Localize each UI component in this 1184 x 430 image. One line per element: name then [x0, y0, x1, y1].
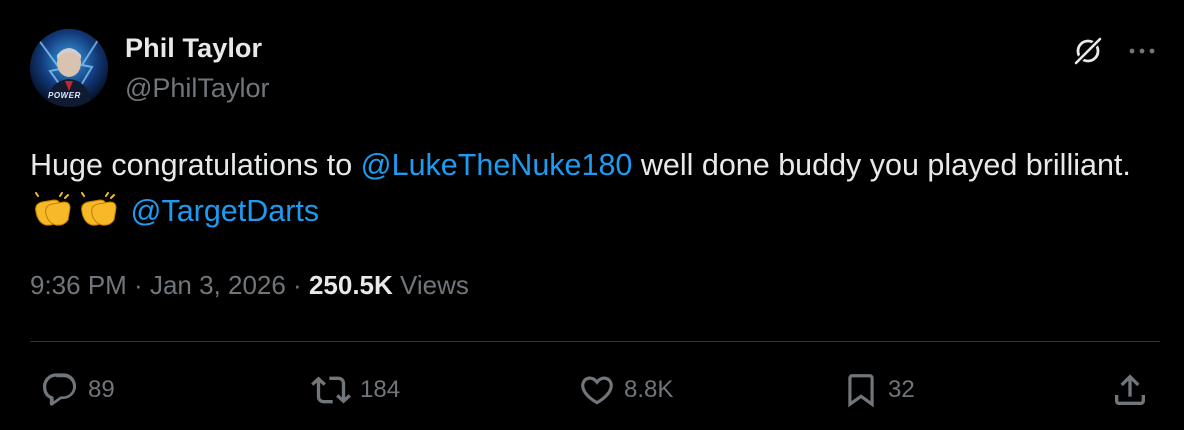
heart-icon: [581, 376, 613, 405]
share-icon: [1115, 374, 1145, 405]
tweet-time[interactable]: 9:36 PM: [30, 270, 127, 300]
author-handle[interactable]: @PhilTaylor: [125, 73, 269, 104]
tweet-meta: 9:36 PM · Jan 3, 2026 · 250.5K Views: [30, 270, 469, 301]
retweet-count: 184: [360, 376, 401, 403]
views-label: Views: [392, 270, 469, 300]
bookmark-count: 32: [888, 376, 915, 403]
divider: [30, 341, 1160, 342]
clapping-hands-emoji-icon: [76, 192, 120, 228]
tweet-text-part2: well done buddy you played brilliant.: [632, 148, 1131, 182]
avatar[interactable]: POWER: [30, 29, 108, 107]
more-options-icon[interactable]: [1122, 31, 1162, 71]
reply-count: 89: [88, 376, 115, 403]
like-button[interactable]: 8.8K: [578, 368, 673, 412]
grok-icon[interactable]: [1068, 31, 1108, 71]
tweet-text: Huge congratulations to @LukeTheNuke180 …: [30, 142, 1160, 234]
bookmark-button[interactable]: 32: [842, 368, 915, 412]
tweet-text-part1: Huge congratulations to: [30, 148, 361, 182]
tweet-date[interactable]: Jan 3, 2026: [150, 270, 286, 300]
author-name[interactable]: Phil Taylor: [125, 33, 262, 64]
views-count: 250.5K: [308, 270, 393, 300]
clapping-hands-emoji-icon: [30, 192, 74, 228]
retweet-button[interactable]: 184: [310, 368, 400, 412]
mention-link[interactable]: @TargetDarts: [130, 194, 319, 228]
reply-button[interactable]: 89: [40, 368, 115, 412]
meta-separator: ·: [285, 270, 309, 300]
avatar-badge-text: POWER: [48, 91, 81, 100]
meta-separator: ·: [126, 270, 150, 300]
reply-icon: [42, 373, 77, 406]
mention-link[interactable]: @LukeTheNuke180: [361, 148, 633, 182]
bookmark-icon: [848, 374, 874, 408]
share-button[interactable]: [1110, 368, 1150, 412]
retweet-icon: [311, 376, 351, 404]
like-count: 8.8K: [624, 376, 674, 403]
